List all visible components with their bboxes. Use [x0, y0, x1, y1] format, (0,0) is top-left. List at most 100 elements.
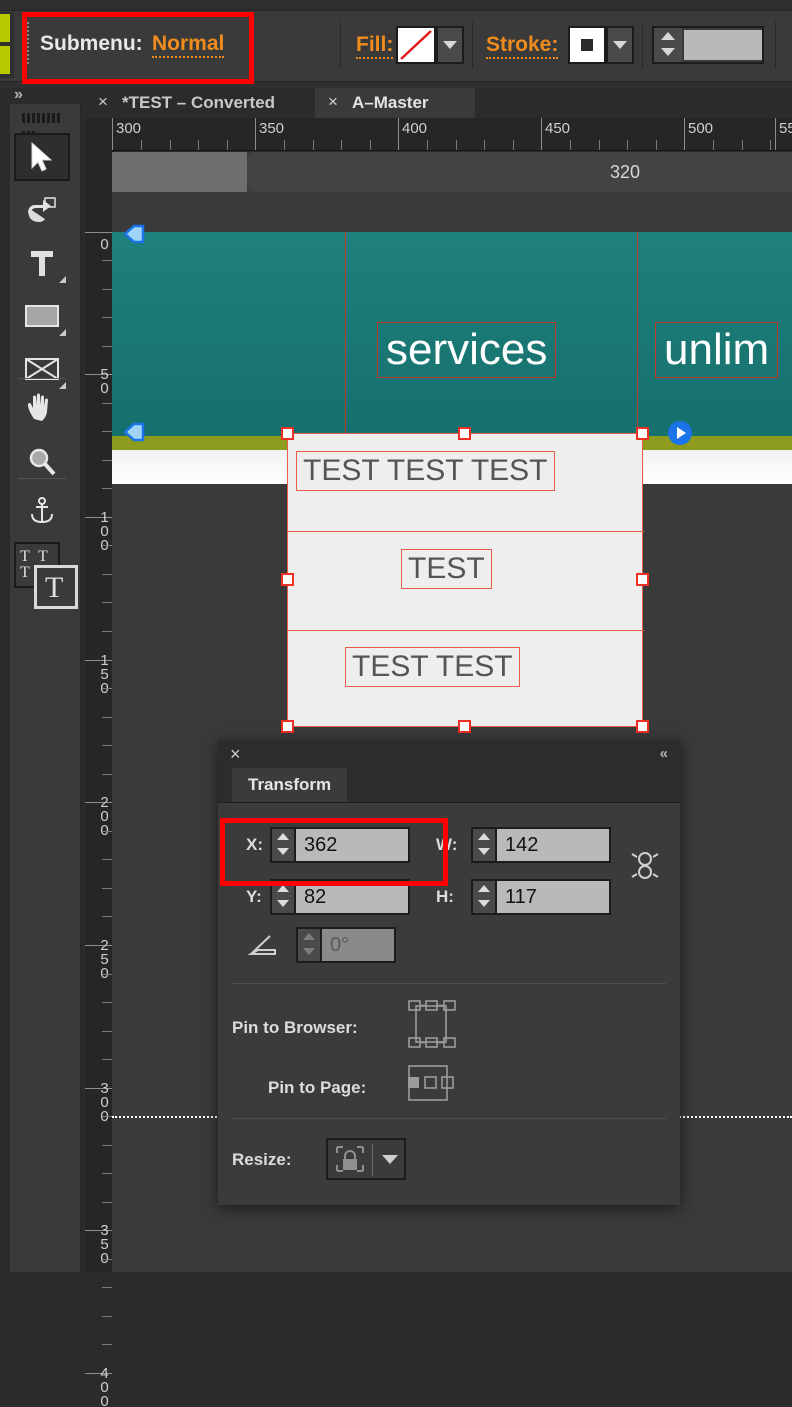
selected-text-frame-group[interactable]: TEST TEST TEST TEST TEST TEST [287, 433, 644, 727]
svg-text:T: T [20, 548, 30, 565]
stroke-swatch[interactable] [568, 26, 606, 64]
lock-icon [334, 1144, 366, 1179]
banner-word: unlim [655, 322, 779, 378]
h-stepper[interactable] [471, 879, 497, 915]
breakpoint-track-left[interactable] [112, 152, 247, 192]
w-label: W: [436, 835, 458, 854]
tool-expand-icon[interactable] [59, 329, 66, 336]
stroke-weight-field[interactable] [684, 30, 762, 60]
toolbar-separator [775, 22, 776, 68]
breakpoint-active-region[interactable] [247, 152, 792, 192]
pin-to-browser-icon[interactable] [406, 998, 462, 1055]
free-transform-tool[interactable] [14, 186, 70, 234]
pin-to-browser-label: Pin to Browser: [232, 1018, 358, 1037]
ruler-tick-label: 0 [96, 236, 113, 250]
left-arrow-marker-icon[interactable] [122, 222, 146, 251]
selection-handle[interactable] [458, 427, 471, 440]
stroke-weight-group[interactable] [652, 26, 764, 64]
play-marker-icon[interactable] [667, 420, 693, 451]
pin-to-page-icon[interactable] [406, 1060, 462, 1113]
y-field[interactable]: 82 [296, 879, 410, 915]
stroke-weight-stepper[interactable] [654, 28, 682, 62]
text-row[interactable]: TEST TEST TEST [296, 451, 555, 491]
ruler-tick-label: 400 [402, 120, 428, 137]
selection-handle[interactable] [281, 573, 294, 586]
close-icon[interactable]: × [98, 92, 108, 112]
close-icon[interactable]: × [328, 92, 338, 112]
stroke-dropdown-button[interactable] [606, 26, 634, 64]
text-row[interactable]: TEST TEST [345, 647, 520, 687]
submenu-value[interactable]: Normal [152, 32, 225, 58]
left-arrow-marker-icon[interactable] [122, 420, 146, 449]
resize-lock-button[interactable] [326, 1138, 406, 1180]
fill-dropdown-button[interactable] [436, 26, 464, 64]
stepper-up-icon[interactable] [478, 885, 490, 892]
selection-handle[interactable] [281, 427, 294, 440]
type-T-icon [31, 251, 53, 276]
stepper-up-icon[interactable] [303, 933, 315, 940]
tool-expand-icon[interactable] [59, 276, 66, 283]
text-frame-tool[interactable]: T [34, 565, 78, 609]
ruler-tick-label: 550 [779, 120, 792, 137]
rotation-stepper[interactable] [296, 927, 322, 963]
svg-text:T: T [38, 548, 48, 565]
tool-panel-grip[interactable] [22, 110, 66, 141]
stepper-down-icon[interactable] [303, 948, 315, 955]
stepper-down-icon[interactable] [661, 48, 675, 56]
tab-test-converted[interactable]: × *TEST – Converted [85, 88, 315, 118]
ruler-tick-label: 300 [116, 120, 142, 137]
cursor-arrow-icon [31, 141, 53, 172]
collapsed-panel-edge[interactable] [0, 12, 14, 78]
panel-divider [232, 1118, 666, 1119]
fill-swatch[interactable] [396, 26, 436, 64]
tab-transform[interactable]: Transform [232, 768, 348, 802]
stepper-up-icon[interactable] [478, 833, 490, 840]
banner-word: services [377, 322, 557, 378]
ruler-tick-label: 500 [688, 120, 714, 137]
free-transform-icon [28, 197, 56, 222]
stepper-up-icon[interactable] [661, 32, 675, 40]
ruler-tick-label: 350 [96, 1222, 113, 1264]
w-stepper[interactable] [471, 827, 497, 863]
vertical-ruler[interactable]: 0 50 100 150 200 250 300 350 400 [85, 150, 113, 1407]
stepper-down-icon[interactable] [478, 848, 490, 855]
hand-tool[interactable] [14, 385, 70, 433]
toolbar-separator [340, 22, 341, 68]
stepper-down-icon[interactable] [277, 900, 289, 907]
panel-tab-bar: Transform [218, 768, 680, 803]
stepper-down-icon[interactable] [478, 900, 490, 907]
transform-panel[interactable]: × « Transform X: 362 W: 142 Y: 82 H: 117… [218, 740, 680, 1205]
w-field[interactable]: 142 [497, 827, 611, 863]
selection-handle[interactable] [281, 720, 294, 733]
teal-banner[interactable]: services unlim [112, 232, 792, 436]
anchor-tool[interactable] [14, 487, 70, 535]
y-stepper[interactable] [270, 879, 296, 915]
stepper-down-icon[interactable] [277, 848, 289, 855]
chevron-down-icon[interactable] [382, 1155, 398, 1164]
x-field[interactable]: 362 [296, 827, 410, 863]
horizontal-ruler[interactable]: 300 350 400 450 500 550 [85, 118, 792, 151]
rectangle-tool[interactable] [14, 292, 70, 340]
type-tool[interactable] [14, 239, 70, 287]
collapse-panel-icon[interactable]: « [660, 745, 668, 762]
stepper-up-icon[interactable] [277, 833, 289, 840]
selection-tool[interactable] [14, 133, 70, 181]
text-row[interactable]: TEST [401, 549, 492, 589]
selection-handle[interactable] [636, 427, 649, 440]
h-field[interactable]: 117 [497, 879, 611, 915]
banner-column-guide [345, 232, 347, 436]
tab-a-master[interactable]: × A–Master [315, 88, 475, 118]
close-icon[interactable]: × [230, 744, 241, 764]
selection-handle[interactable] [636, 720, 649, 733]
control-bar-grip[interactable] [22, 22, 29, 68]
x-stepper[interactable] [270, 827, 296, 863]
x-label: X: [246, 835, 263, 854]
expand-panel-icon[interactable]: » [14, 86, 23, 104]
selection-handle[interactable] [636, 573, 649, 586]
rotation-field[interactable]: 0° [322, 927, 396, 963]
stepper-up-icon[interactable] [277, 885, 289, 892]
constrain-proportions-icon[interactable] [628, 845, 662, 890]
ruler-tick-label: 200 [96, 794, 113, 836]
selection-handle[interactable] [458, 720, 471, 733]
stroke-label: Stroke: [486, 33, 559, 59]
